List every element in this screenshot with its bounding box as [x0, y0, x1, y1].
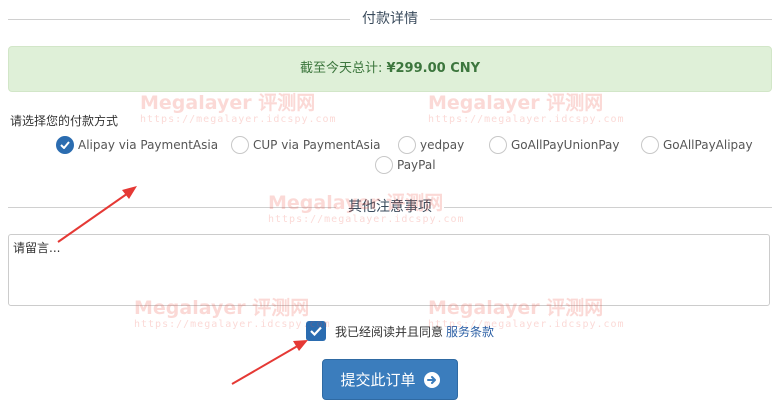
submit-label: 提交此订单 [340, 372, 416, 389]
watermark: Megalayer 评测网 https://megalayer.idcspy.co… [140, 92, 337, 125]
payment-option-alipay-paymentasia[interactable]: Alipay via PaymentAsia [56, 136, 218, 154]
payment-option-goallpay-unionpay[interactable]: GoAllPayUnionPay [489, 136, 620, 154]
payment-details-title: 付款详情 [350, 8, 430, 30]
payment-option-label: GoAllPayAlipay [663, 138, 753, 152]
payment-option-yedpay[interactable]: yedpay [398, 136, 464, 154]
watermark: Megalayer 评测网 https://megalayer.idcspy.co… [428, 92, 625, 125]
arrow-circle-right-icon [423, 371, 440, 388]
radio-unchecked-icon[interactable] [231, 136, 249, 154]
annotation-arrow-icon [231, 340, 308, 385]
payment-option-label: Alipay via PaymentAsia [78, 138, 219, 152]
tos-text: 我已经阅读并且同意 [335, 324, 444, 339]
notes-title: 其他注意事项 [336, 196, 444, 218]
radio-unchecked-icon[interactable] [398, 136, 416, 154]
payment-option-paypal[interactable]: PayPal [375, 156, 436, 174]
payment-option-label: yedpay [420, 138, 465, 152]
radio-unchecked-icon[interactable] [641, 136, 659, 154]
payment-details-heading: 付款详情 [8, 8, 772, 30]
payment-method-label: 请选择您的付款方式 [10, 114, 119, 128]
payment-option-cup-paymentasia[interactable]: CUP via PaymentAsia [231, 136, 381, 154]
total-amount: ¥299.00 CNY [386, 61, 481, 76]
tos-agreement: 我已经阅读并且同意 服务条款 [306, 321, 494, 341]
tos-checkbox[interactable] [306, 321, 326, 341]
payment-option-label: GoAllPayUnionPay [511, 138, 620, 152]
total-due-banner: 截至今天总计: ¥299.00 CNY [8, 46, 772, 92]
tos-link[interactable]: 服务条款 [446, 323, 494, 340]
payment-option-goallpay-alipay[interactable]: GoAllPayAlipay [641, 136, 753, 154]
submit-order-button[interactable]: 提交此订单 [322, 359, 458, 400]
radio-unchecked-icon[interactable] [489, 136, 507, 154]
notes-heading: 其他注意事项 [8, 196, 772, 218]
notes-textarea[interactable] [8, 234, 770, 306]
payment-option-label: PayPal [397, 158, 436, 172]
radio-checked-icon[interactable] [56, 136, 74, 154]
total-label: 截至今天总计: [299, 61, 383, 76]
radio-unchecked-icon[interactable] [375, 156, 393, 174]
payment-option-label: CUP via PaymentAsia [253, 138, 381, 152]
